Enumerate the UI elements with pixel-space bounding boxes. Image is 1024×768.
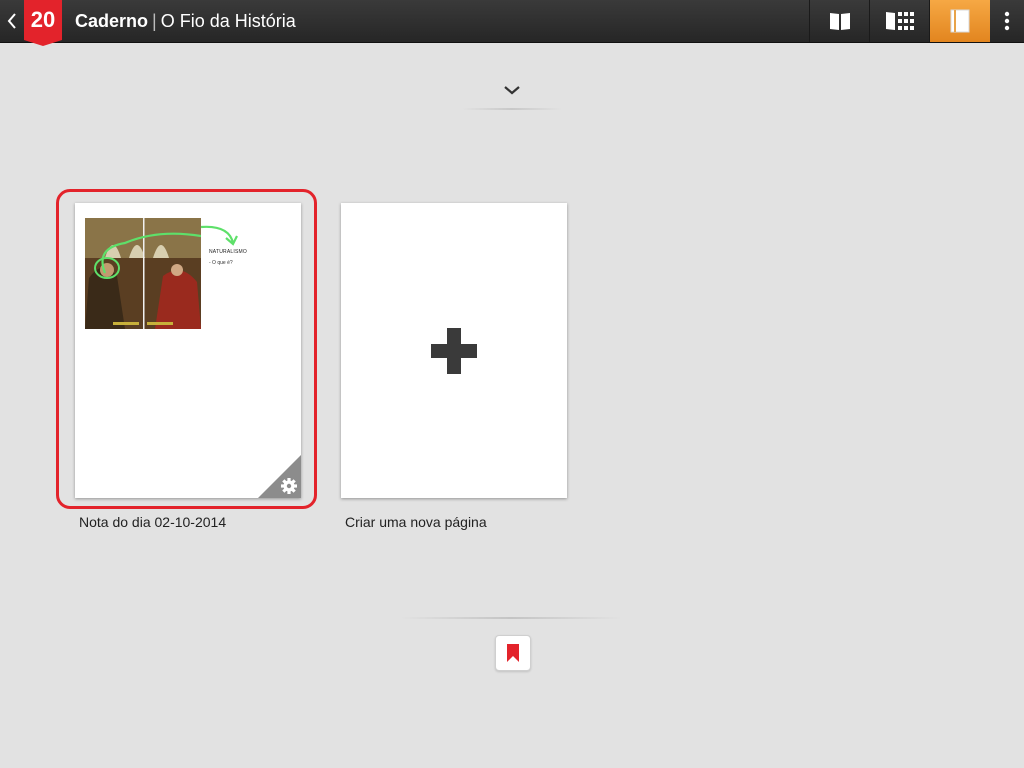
pages-grid-button[interactable]	[869, 0, 930, 42]
collapse-toggle[interactable]	[497, 78, 527, 102]
bookmark-icon	[507, 644, 519, 662]
title-separator: |	[152, 11, 157, 31]
back-button[interactable]	[2, 0, 22, 42]
new-page-caption: Criar uma nova página	[345, 514, 487, 530]
notebook-button[interactable]	[929, 0, 990, 42]
painting-thumbnail	[85, 218, 201, 329]
annotation-arrow	[201, 225, 238, 246]
page-settings-button[interactable]	[258, 455, 301, 498]
page-title: Caderno | O Fio da História	[75, 10, 296, 32]
top-bar: 20 Caderno | O Fio da História	[0, 0, 1024, 46]
grid-book-icon	[886, 12, 914, 30]
title-notebook: Caderno	[75, 11, 149, 31]
chevron-down-icon	[504, 86, 520, 95]
overflow-menu-button[interactable]	[990, 0, 1024, 42]
svg-text:20: 20	[31, 7, 55, 32]
book-view-button[interactable]	[809, 0, 870, 42]
note-page-caption: Nota do dia 02-10-2014	[79, 514, 227, 530]
note-page-card[interactable]: NATURALISMO - O que é?	[75, 203, 301, 498]
note-subtext: - O que é?	[209, 260, 233, 266]
divider	[462, 108, 562, 110]
title-book-name: O Fio da História	[160, 11, 296, 31]
more-vert-icon	[1004, 11, 1010, 31]
app-logo[interactable]: 20	[24, 0, 62, 46]
chevron-left-icon	[7, 13, 16, 29]
gear-icon	[281, 478, 297, 494]
plus-icon	[431, 328, 477, 374]
divider	[400, 617, 622, 619]
book-icon	[830, 13, 850, 30]
notebook-icon	[950, 9, 970, 33]
bookmark-button[interactable]	[495, 635, 531, 671]
note-heading: NATURALISMO	[209, 249, 247, 255]
new-page-card[interactable]	[341, 203, 567, 498]
